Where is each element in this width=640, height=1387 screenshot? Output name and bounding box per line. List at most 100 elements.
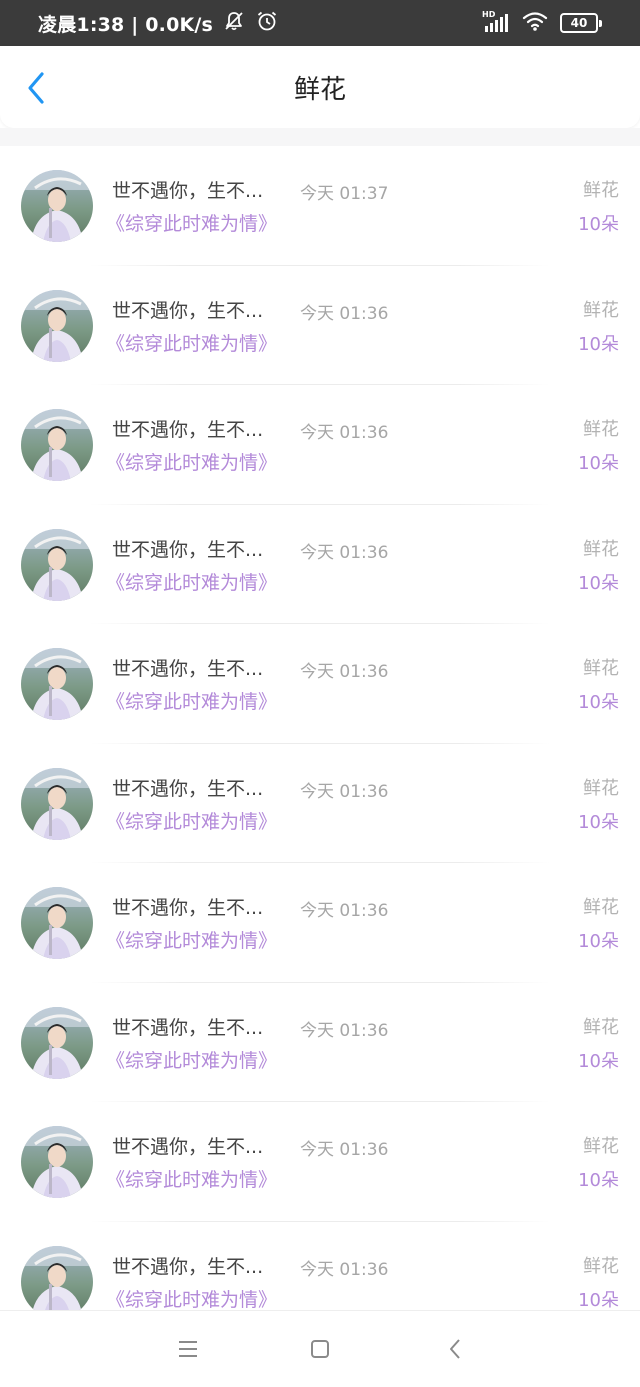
avatar-image [21,1245,93,1310]
sender-name: 世不遇你，生不... [112,180,264,202]
book-title[interactable]: 《综穿此时难为情》 [106,448,277,475]
gift-time: 今天 01:36 [300,303,389,324]
back-triangle-icon [450,1339,460,1359]
gift-time: 今天 01:36 [300,781,389,802]
gift-time: 今天 01:36 [300,423,389,443]
menu-icon [179,1341,197,1357]
book-title[interactable]: 《综穿此时难为情》 [106,209,277,236]
avatar-image [21,170,93,242]
list-item[interactable]: 世不遇你，生不... 今天 01:37 《综穿此时难为情》 鲜花 10朵 [0,146,640,266]
avatar-image [21,887,93,959]
sender-name: 世不遇你，生不... [112,777,264,800]
gift-type: 鲜花 [583,1016,619,1038]
sender-name: 世不遇你，生不... [112,897,264,919]
gift-type: 鲜花 [583,1136,619,1157]
gift-count: 10朵 [578,931,619,952]
sender-name: 世不遇你，生不... [112,1255,264,1278]
gift-type: 鲜花 [583,777,619,799]
avatar[interactable] [21,1245,93,1310]
list-item[interactable]: 世不遇你，生不... 今天 01:36 《综穿此时难为情》 鲜花 10朵 [0,744,640,864]
signal-icon: HD [482,11,510,35]
status-left: 凌晨1:38 | 0.0K/s [38,9,279,38]
list-item[interactable]: 世不遇你，生不... 今天 01:36 《综穿此时难为情》 鲜花 10朵 [0,863,640,983]
sender-name: 世不遇你，生不... [112,419,264,441]
gift-time: 今天 01:37 [300,184,389,204]
wifi-icon [522,10,548,36]
avatar-image [21,289,93,362]
gift-time: 今天 01:36 [300,1259,389,1280]
avatar-image [21,528,93,601]
list-item[interactable]: 世不遇你，生不... 今天 01:36 《综穿此时难为情》 鲜花 10朵 [0,1102,640,1222]
sender-name: 世不遇你，生不... [112,299,264,322]
list-item[interactable]: 世不遇你，生不... 今天 01:36 《综穿此时难为情》 鲜花 10朵 [0,266,640,386]
avatar[interactable] [21,767,93,840]
avatar-image [21,767,93,840]
gift-type: 鲜花 [583,180,619,201]
gift-type: 鲜花 [583,658,619,679]
gift-time: 今天 01:36 [300,662,389,682]
avatar[interactable] [21,887,93,959]
status-time: 凌晨1:38 | 0.0K/s [38,13,214,36]
avatar-image [21,1126,93,1198]
avatar[interactable] [21,1126,93,1198]
menu-button[interactable] [170,1331,206,1367]
gift-time: 今天 01:36 [300,901,389,921]
home-square-icon [311,1340,329,1358]
battery-icon: 40 [560,13,602,33]
book-title[interactable]: 《综穿此时难为情》 [106,926,277,953]
list-item[interactable]: 世不遇你，生不... 今天 01:36 《综穿此时难为情》 鲜花 10朵 [0,505,640,625]
book-title[interactable]: 《综穿此时难为情》 [106,1285,277,1311]
gift-type: 鲜花 [583,299,619,321]
battery-tip [599,19,602,27]
sender-name: 世不遇你，生不... [112,1016,264,1039]
gift-type: 鲜花 [583,419,619,440]
book-title[interactable]: 《综穿此时难为情》 [106,687,277,714]
gift-count: 10朵 [578,1050,619,1072]
avatar[interactable] [21,170,93,242]
gift-type: 鲜花 [583,1255,619,1277]
book-title[interactable]: 《综穿此时难为情》 [106,807,277,834]
sender-name: 世不遇你，生不... [112,538,264,561]
gift-count: 10朵 [578,1289,619,1311]
page-title: 鲜花 [293,74,346,105]
book-title[interactable]: 《综穿此时难为情》 [106,329,277,356]
gift-time: 今天 01:36 [300,542,389,563]
list-item[interactable]: 世不遇你，生不... 今天 01:36 《综穿此时难为情》 鲜花 10朵 [0,983,640,1103]
mute-bell-icon [223,10,245,37]
gift-count: 10朵 [578,333,619,355]
status-bar: 凌晨1:38 | 0.0K/s HD 40 [0,0,640,46]
avatar-image [21,409,93,481]
status-right: HD 40 [482,10,602,36]
avatar[interactable] [21,528,93,601]
avatar[interactable] [21,409,93,481]
avatar[interactable] [21,289,93,362]
avatar[interactable] [21,1006,93,1079]
gift-type: 鲜花 [583,897,619,918]
book-title[interactable]: 《综穿此时难为情》 [106,1046,277,1073]
alarm-icon [255,9,279,38]
system-nav-bar [0,1310,640,1387]
battery-level: 40 [560,13,598,33]
nav-back-button[interactable] [437,1331,473,1367]
gift-count: 10朵 [578,572,619,594]
gift-count: 10朵 [578,692,619,713]
list-item[interactable]: 世不遇你，生不... 今天 01:36 《综穿此时难为情》 鲜花 10朵 [0,1222,640,1311]
list-item[interactable]: 世不遇你，生不... 今天 01:36 《综穿此时难为情》 鲜花 10朵 [0,385,640,505]
gift-list: 世不遇你，生不... 今天 01:37 《综穿此时难为情》 鲜花 10朵 世不遇… [0,146,640,1310]
avatar[interactable] [21,648,93,720]
book-title[interactable]: 《综穿此时难为情》 [106,1165,277,1192]
gift-count: 10朵 [578,811,619,833]
gift-time: 今天 01:36 [300,1140,389,1160]
list-item[interactable]: 世不遇你，生不... 今天 01:36 《综穿此时难为情》 鲜花 10朵 [0,624,640,744]
gift-count: 10朵 [578,214,619,235]
book-title[interactable]: 《综穿此时难为情》 [106,568,277,595]
header: 鲜花 [0,46,640,128]
gift-time: 今天 01:36 [300,1020,389,1041]
home-button[interactable] [302,1331,338,1367]
gift-count: 10朵 [578,1170,619,1191]
gift-type: 鲜花 [583,538,619,560]
sender-name: 世不遇你，生不... [112,1136,264,1158]
gift-count: 10朵 [578,453,619,474]
avatar-image [21,1006,93,1079]
sender-name: 世不遇你，生不... [112,658,264,680]
